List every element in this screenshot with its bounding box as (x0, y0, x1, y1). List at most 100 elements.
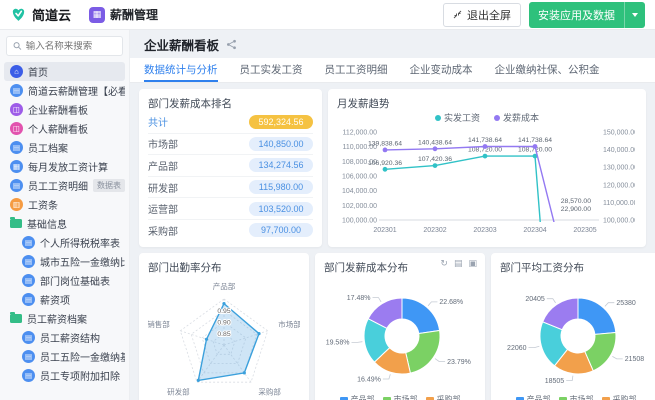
share-icon[interactable] (226, 39, 237, 50)
table-row: 研发部115,980.00 (148, 176, 313, 198)
table-icon[interactable]: ▤ (454, 259, 463, 268)
svg-text:140,438.64: 140,438.64 (418, 139, 452, 146)
table-row: 共计592,324.56 (148, 111, 313, 133)
form-icon: ▤ (22, 236, 35, 249)
tab-企业变动成本[interactable]: 企业变动成本 (410, 58, 473, 82)
svg-text:21508: 21508 (625, 356, 645, 363)
svg-text:104,000.00: 104,000.00 (342, 188, 377, 195)
svg-text:0.90: 0.90 (217, 320, 230, 327)
sidebar-search[interactable] (6, 36, 123, 56)
legend-item[interactable]: 市场部 (559, 394, 594, 400)
sidebar-item[interactable]: ▤简道云薪酬管理【必看说明】 (4, 81, 125, 100)
page-title: 企业薪酬看板 (144, 35, 219, 54)
svg-text:销售部: 销售部 (148, 319, 170, 329)
svg-text:202302: 202302 (423, 227, 446, 234)
pie-chart-average[interactable]: 2538021508185052206020405 (500, 275, 652, 393)
svg-text:130,000.00: 130,000.00 (603, 165, 635, 172)
svg-text:25380: 25380 (616, 300, 636, 307)
sidebar-item[interactable]: ◫个人薪酬看板 (4, 119, 125, 138)
home-icon: ⌂ (10, 65, 23, 78)
svg-text:18505: 18505 (545, 378, 565, 385)
sidebar-item[interactable]: ▤员工五险一金缴纳基数 (4, 347, 125, 366)
sidebar-item[interactable]: ▤个人所得税税率表 (4, 233, 125, 252)
tab-员工工资明细[interactable]: 员工工资明细 (325, 58, 388, 82)
sidebar-item-label: 部门岗位基础表 (40, 273, 110, 288)
sidebar-item[interactable]: ▦每月发放工资计算 (4, 157, 125, 176)
folder-icon (10, 314, 22, 323)
legend-item[interactable]: 采购部 (426, 394, 461, 400)
svg-text:0.95: 0.95 (217, 308, 230, 315)
dept-label: 市场部 (148, 136, 178, 151)
svg-text:0.85: 0.85 (217, 331, 230, 338)
legend-item[interactable]: 产品部 (516, 394, 551, 400)
sidebar-item[interactable]: ◫企业薪酬看板 (4, 100, 125, 119)
exit-fullscreen-icon (453, 10, 462, 19)
form-icon: ▤ (22, 274, 35, 287)
pie-legend[interactable]: 产品部市场部采购部研发部运营部 (324, 394, 476, 400)
cost-value-pill: 134,274.56 (249, 158, 313, 172)
svg-text:23.79%: 23.79% (447, 359, 471, 366)
sidebar-item[interactable]: ▤员工工资明细数据表 (4, 176, 125, 195)
install-app-button[interactable]: 安装应用及数据 (529, 2, 645, 28)
search-input[interactable] (26, 41, 116, 52)
svg-text:22,900.00: 22,900.00 (561, 206, 591, 213)
panel-title: 月发薪趋势 (337, 96, 637, 111)
svg-text:102,000.00: 102,000.00 (342, 203, 377, 210)
pie-slice-市场部[interactable] (406, 331, 440, 374)
sidebar-item[interactable]: ▤员工档案 (4, 138, 125, 157)
line-chart[interactable]: 112,000.00110,000.00108,000.00106,000.00… (337, 124, 635, 242)
pie-slice-产品部[interactable] (578, 298, 616, 334)
sidebar-item[interactable]: ▥ 工资条 (4, 195, 125, 214)
sidebar-item[interactable]: ▤ 部门岗位基础表 (4, 271, 125, 290)
svg-text:市场部: 市场部 (278, 319, 300, 329)
sidebar-group[interactable]: 员工薪资档案 (4, 309, 125, 328)
pie-legend[interactable]: 产品部市场部采购部研发部运营部 (500, 394, 652, 400)
sidebar-item-label: 工资条 (28, 197, 58, 212)
refresh-icon[interactable]: ↻ (440, 259, 448, 268)
sidebar-item[interactable]: ▤员工专项附加扣除 (4, 366, 125, 385)
legend-item[interactable]: 采购部 (602, 394, 637, 400)
datasheet-badge: 数据表 (93, 179, 125, 192)
svg-text:采购部: 采购部 (258, 386, 281, 396)
tab-数据统计与分析[interactable]: 数据统计与分析 (144, 58, 218, 82)
fullscreen-icon[interactable]: ▣ (468, 259, 477, 268)
legend-item[interactable]: 实发工资 (435, 111, 480, 124)
sidebar-item[interactable]: ▤员工薪资结构 (4, 328, 125, 347)
cost-value-pill: 103,520.00 (249, 202, 313, 216)
panel-dept-cost-ranking: 部门发薪成本排名 共计592,324.56市场部140,850.00产品部134… (139, 89, 322, 247)
sidebar-item-label: 员工专项附加扣除 (40, 368, 120, 383)
app-badge[interactable]: ▦ 薪酬管理 (89, 6, 158, 23)
svg-text:150,000.00: 150,000.00 (603, 130, 635, 137)
panel-title: 部门出勤率分布 (148, 260, 300, 275)
sidebar-nav: ⌂首页▤简道云薪酬管理【必看说明】◫企业薪酬看板◫个人薪酬看板▤员工档案▦每月发… (4, 62, 125, 385)
exit-fullscreen-button[interactable]: 退出全屏 (443, 3, 521, 27)
chevron-down-icon[interactable] (624, 2, 645, 28)
svg-text:202303: 202303 (473, 227, 496, 234)
app-logo[interactable]: 简道云 (10, 5, 71, 24)
main-area: 企业薪酬看板 数据统计与分析员工实发工资员工工资明细企业变动成本企业缴纳社保、公… (130, 30, 655, 400)
svg-text:141,738.64: 141,738.64 (518, 137, 552, 144)
legend-item[interactable]: 发薪成本 (494, 111, 539, 124)
svg-text:19.58%: 19.58% (326, 340, 350, 347)
folder-icon (10, 219, 22, 228)
sidebar-item-label: 城市五险一金缴纳比例 (40, 254, 125, 269)
board-icon: ◫ (10, 122, 23, 135)
sidebar-group[interactable]: 基础信息 (4, 214, 125, 233)
form-icon: ▤ (22, 293, 35, 306)
doc-icon: ▤ (10, 84, 23, 97)
pie-slice-产品部[interactable] (402, 298, 440, 334)
tab-员工实发工资[interactable]: 员工实发工资 (240, 58, 303, 82)
svg-text:100,000.00: 100,000.00 (342, 218, 377, 225)
radar-chart[interactable]: 产品部市场部采购部研发部销售部0.950.900.85 (148, 275, 300, 400)
tab-企业缴纳社保、公积金[interactable]: 企业缴纳社保、公积金 (495, 58, 600, 82)
cost-value-pill: 592,324.56 (249, 115, 313, 129)
slip-icon: ▥ (10, 198, 23, 211)
pie-chart-cost[interactable]: 22.68%23.79%16.49%19.58%17.48% (324, 275, 476, 393)
sidebar-item[interactable]: ▤薪资项 (4, 290, 125, 309)
legend-item[interactable]: 产品部 (340, 394, 375, 400)
legend-item[interactable]: 市场部 (383, 394, 418, 400)
sidebar: ⌂首页▤简道云薪酬管理【必看说明】◫企业薪酬看板◫个人薪酬看板▤员工档案▦每月发… (0, 30, 130, 400)
sidebar-item[interactable]: ⌂首页 (4, 62, 125, 81)
line-chart-legend[interactable]: 实发工资 发薪成本 (337, 111, 637, 124)
sidebar-item[interactable]: ▤城市五险一金缴纳比例 (4, 252, 125, 271)
